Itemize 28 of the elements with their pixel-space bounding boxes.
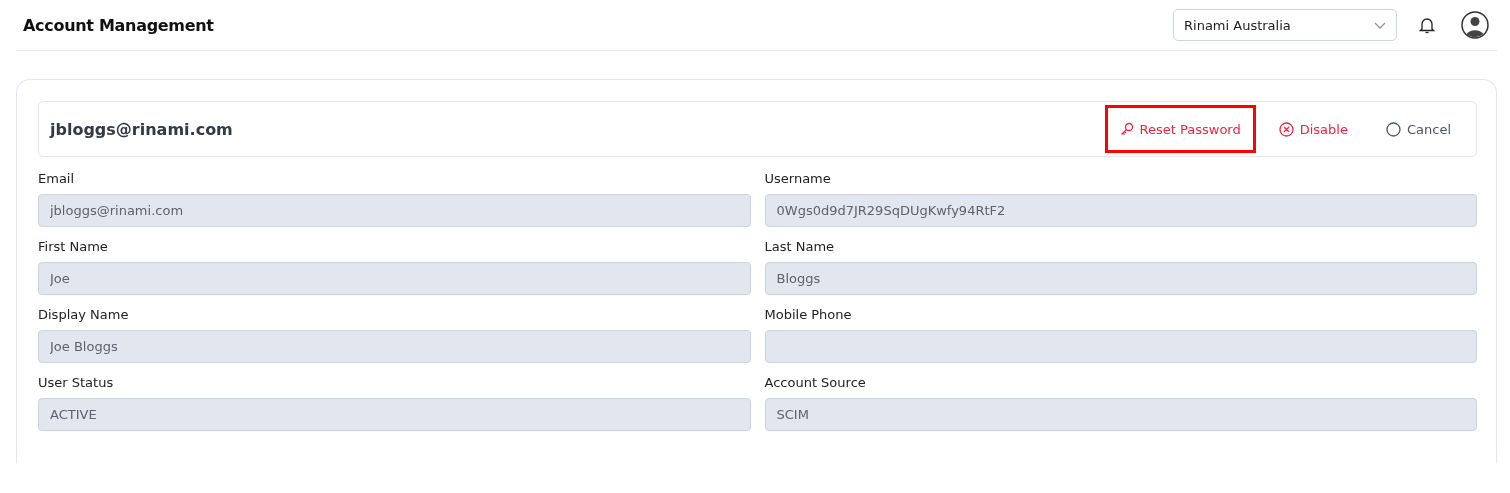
input-field[interactable]: jbloggs@rinami.com <box>38 194 751 227</box>
input-field[interactable]: Joe Bloggs <box>38 330 751 363</box>
close-circle-icon <box>1278 121 1294 137</box>
input-field[interactable] <box>764 330 1477 363</box>
user-avatar-button[interactable] <box>1461 11 1489 39</box>
field-label: Mobile Phone <box>764 307 853 322</box>
input-field[interactable]: 0Wgs0d9d7JR29SqDUgKwfy94RtF2 <box>764 194 1477 227</box>
field-label: First Name <box>38 239 109 254</box>
field-label: User Status <box>38 375 115 390</box>
field-label: Last Name <box>764 239 836 254</box>
input-field[interactable]: Joe <box>38 262 751 295</box>
field-label: Display Name <box>38 307 130 322</box>
cancel-button[interactable]: Cancel <box>1370 105 1466 153</box>
field-label: Email <box>38 171 76 186</box>
input-field[interactable]: Bloggs <box>764 262 1477 295</box>
page-title: Account Management <box>23 15 215 35</box>
circle-icon <box>1385 121 1401 137</box>
organization-select[interactable]: Rinami Australia <box>1173 9 1397 41</box>
notifications-button[interactable] <box>1419 16 1435 34</box>
input-field[interactable]: SCIM <box>764 398 1477 431</box>
field-label: Username <box>764 171 832 186</box>
chevron-down-icon <box>1374 21 1386 29</box>
input-field[interactable]: ACTIVE <box>38 398 751 431</box>
key-icon <box>1119 122 1134 136</box>
account-email-title: jbloggs@rinami.com <box>50 119 234 139</box>
reset-button[interactable]: Reset Password <box>1104 105 1256 153</box>
field-label: Account Source <box>764 375 867 390</box>
disable-button[interactable]: Disable <box>1263 105 1363 153</box>
